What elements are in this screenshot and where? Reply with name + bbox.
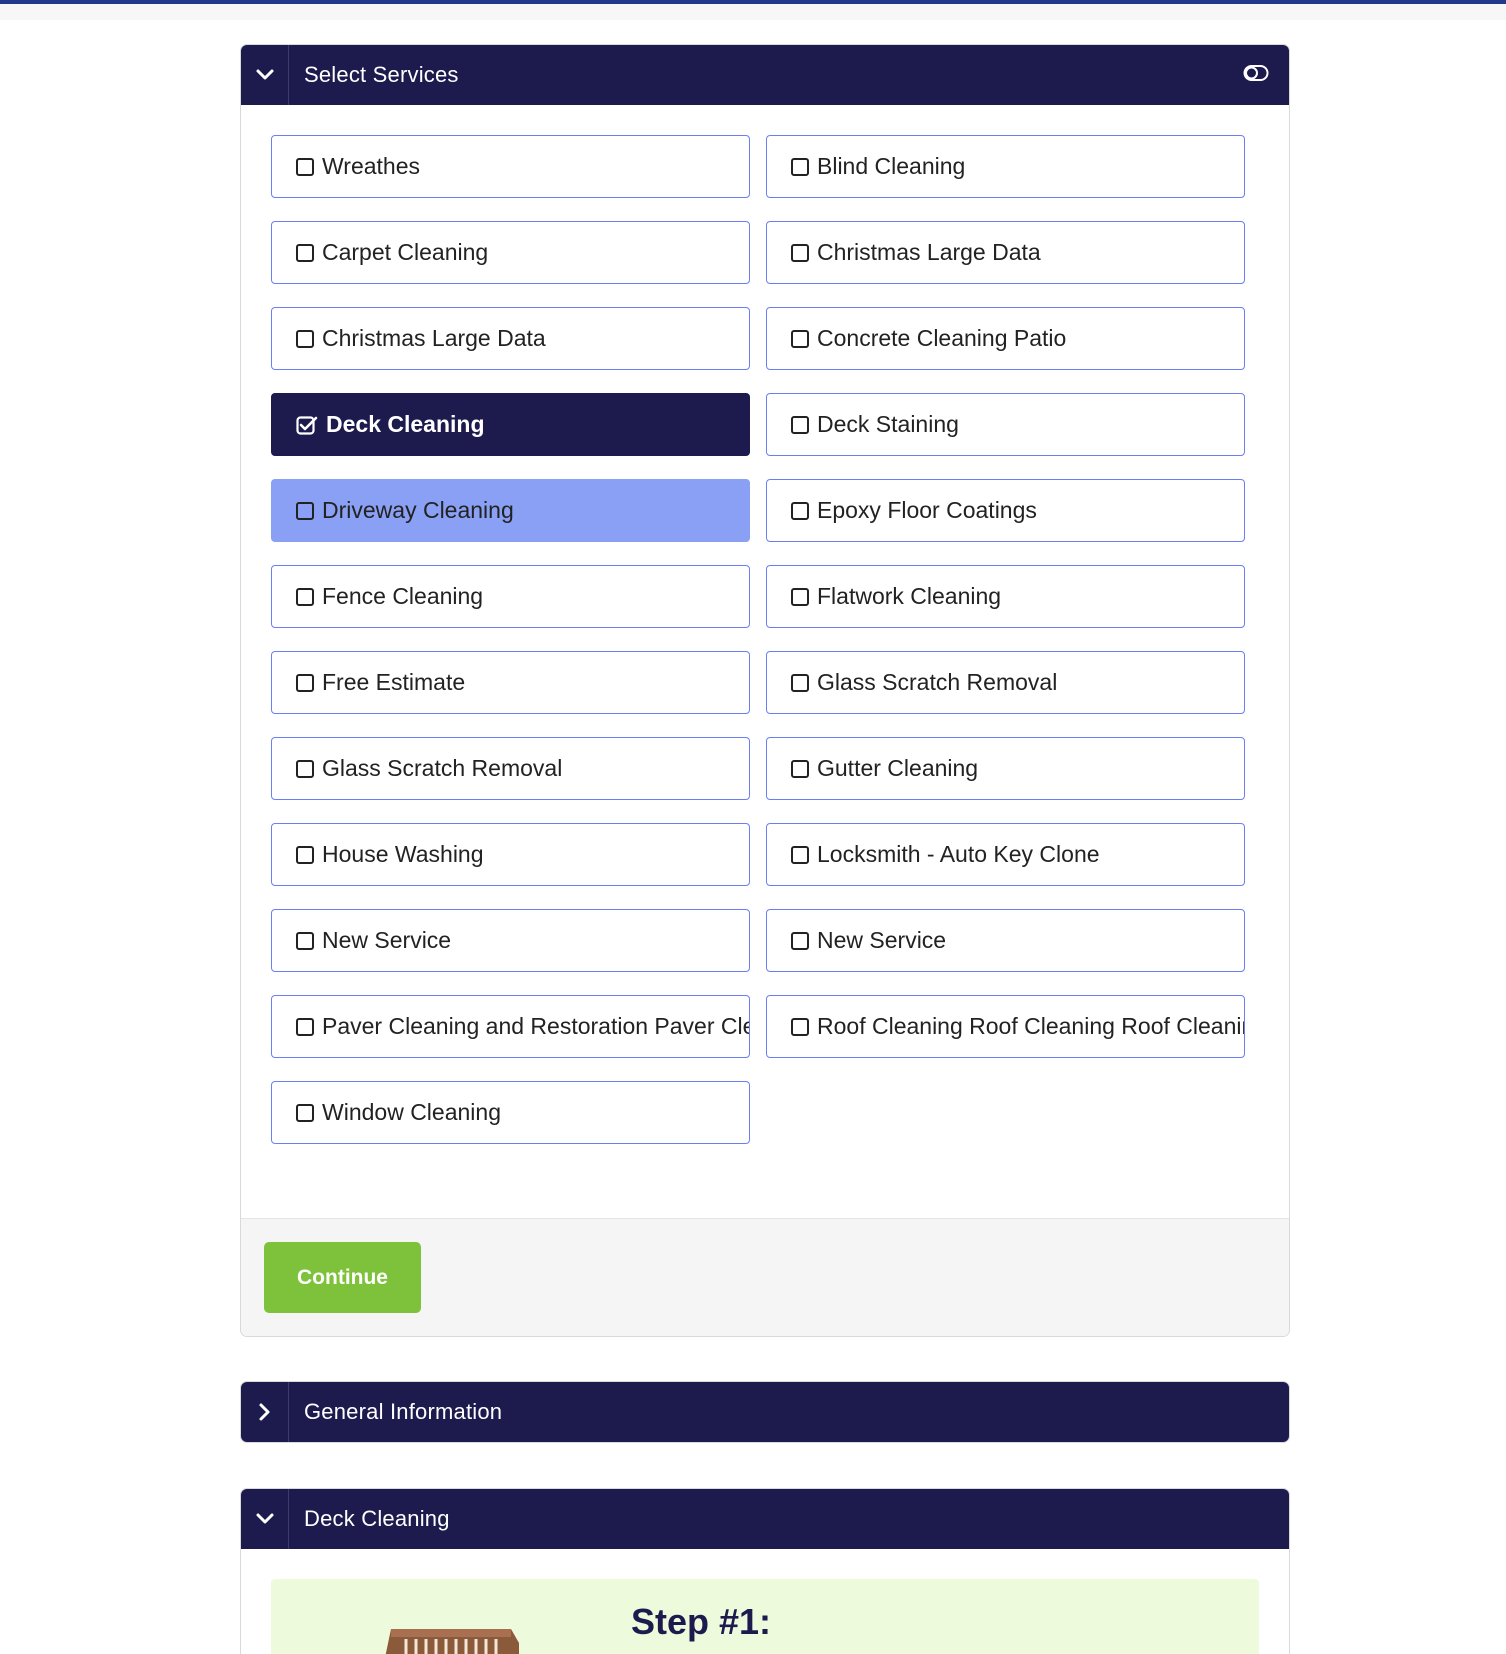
service-option-label: Locksmith - Auto Key Clone xyxy=(817,841,1100,867)
service-option[interactable]: Flatwork Cleaning xyxy=(766,565,1245,628)
service-option[interactable]: Carpet Cleaning xyxy=(271,221,750,284)
checkbox-empty-icon xyxy=(296,157,314,176)
checkbox-empty-icon xyxy=(296,587,314,606)
step-title: Step #1: xyxy=(631,1601,772,1642)
checkbox-checked-icon xyxy=(296,415,318,435)
checkbox-empty-icon xyxy=(296,329,314,348)
select-services-header: Select Services xyxy=(241,45,1289,105)
service-option-label: Blind Cleaning xyxy=(817,153,966,179)
checkbox-empty-icon xyxy=(791,415,809,434)
service-option-label: House Washing xyxy=(322,841,484,867)
service-option[interactable]: Glass Scratch Removal xyxy=(271,737,750,800)
checkbox-empty-icon xyxy=(296,931,314,950)
services-grid: Wreathes Blind Cleaning Carpet Cleaning Chr… xyxy=(271,135,1259,1144)
service-option[interactable]: Blind Cleaning xyxy=(766,135,1245,198)
checkbox-empty-icon xyxy=(296,243,314,262)
service-option-label: Epoxy Floor Coatings xyxy=(817,497,1037,523)
chevron-down-icon xyxy=(256,1513,273,1524)
checkbox-empty-icon xyxy=(791,1017,809,1036)
service-option-label: Wreathes xyxy=(322,153,421,179)
service-option[interactable]: Fence Cleaning xyxy=(271,565,750,628)
service-option-label: Flatwork Cleaning xyxy=(817,583,1002,609)
service-option[interactable]: Locksmith - Auto Key Clone xyxy=(766,823,1245,886)
service-option-label: Christmas Large Data xyxy=(322,325,546,351)
checkbox-empty-icon xyxy=(791,329,809,348)
service-option[interactable]: New Service xyxy=(766,909,1245,972)
service-option-label: Paver Cleaning and Restoration Paver Cle… xyxy=(322,1013,749,1039)
top-strip xyxy=(0,4,1506,20)
checkbox-empty-icon xyxy=(791,931,809,950)
service-option[interactable]: Christmas Large Data xyxy=(766,221,1245,284)
continue-button[interactable]: Continue xyxy=(264,1242,421,1313)
checkbox-empty-icon xyxy=(791,243,809,262)
step-area: Step #1: xyxy=(271,1579,1259,1654)
general-information-header[interactable]: General Information xyxy=(241,1382,1289,1442)
deck-cleaning-collapse-toggle[interactable] xyxy=(241,1489,289,1549)
general-information-title: General Information xyxy=(304,1399,503,1424)
service-option[interactable]: New Service xyxy=(271,909,750,972)
service-option-label: Glass Scratch Removal xyxy=(817,669,1058,695)
service-option[interactable]: Epoxy Floor Coatings xyxy=(766,479,1245,542)
checkbox-empty-icon xyxy=(296,845,314,864)
checkbox-empty-icon xyxy=(791,157,809,176)
deck-cleaning-title: Deck Cleaning xyxy=(304,1506,450,1531)
service-option-label: Deck Cleaning xyxy=(326,411,485,437)
general-information-panel: General Information xyxy=(240,1381,1290,1443)
checkbox-empty-icon xyxy=(296,759,314,778)
select-services-title: Select Services xyxy=(304,62,459,87)
checkbox-empty-icon xyxy=(791,845,809,864)
service-option[interactable]: Window Cleaning xyxy=(271,1081,750,1144)
service-option[interactable]: Gutter Cleaning xyxy=(766,737,1245,800)
service-option[interactable]: Roof Cleaning Roof Cleaning Roof Cleanin… xyxy=(766,995,1245,1058)
deck-illustration-icon xyxy=(385,1629,519,1654)
service-option[interactable]: Paver Cleaning and Restoration Paver Cle… xyxy=(271,995,750,1058)
toggle-icon[interactable] xyxy=(1243,64,1269,82)
service-option-label: Glass Scratch Removal xyxy=(322,755,563,781)
service-option-label: Gutter Cleaning xyxy=(817,755,979,781)
service-option-label: Carpet Cleaning xyxy=(322,239,489,265)
checkbox-empty-icon xyxy=(791,759,809,778)
service-option[interactable]: Deck Staining xyxy=(766,393,1245,456)
service-option[interactable]: Driveway Cleaning xyxy=(271,479,750,542)
checkbox-empty-icon xyxy=(296,673,314,692)
checkbox-empty-icon xyxy=(296,1103,314,1122)
services-list-area: Wreathes Blind Cleaning Carpet Cleaning Chr… xyxy=(241,105,1289,1218)
service-option[interactable]: Christmas Large Data xyxy=(271,307,750,370)
service-option-label: Roof Cleaning Roof Cleaning Roof Cleanin… xyxy=(817,1013,1245,1039)
service-option-label: Fence Cleaning xyxy=(322,583,484,609)
deck-cleaning-header: Deck Cleaning xyxy=(241,1489,1289,1549)
service-option[interactable]: Deck Cleaning xyxy=(271,393,750,456)
service-option-label: Deck Staining xyxy=(817,411,959,437)
select-services-panel: Select Services Wreathes Blind Cleaning Ca… xyxy=(240,44,1290,1337)
service-option[interactable]: Concrete Cleaning Patio xyxy=(766,307,1245,370)
deck-cleaning-panel: Deck Cleaning Step #1: xyxy=(240,1488,1290,1654)
service-option-label: Christmas Large Data xyxy=(817,239,1041,265)
select-services-footer: Continue xyxy=(241,1218,1289,1336)
service-option-label: New Service xyxy=(322,927,452,953)
checkbox-empty-icon xyxy=(791,501,809,520)
service-option[interactable]: Wreathes xyxy=(271,135,750,198)
service-option-label: Driveway Cleaning xyxy=(322,497,514,523)
checkbox-empty-icon xyxy=(791,673,809,692)
general-information-expand-toggle[interactable] xyxy=(241,1382,289,1442)
service-option[interactable]: Glass Scratch Removal xyxy=(766,651,1245,714)
service-option-label: Concrete Cleaning Patio xyxy=(817,325,1067,351)
checkbox-empty-icon xyxy=(296,501,314,520)
checkbox-empty-icon xyxy=(296,1017,314,1036)
checkbox-empty-icon xyxy=(791,587,809,606)
service-option[interactable]: House Washing xyxy=(271,823,750,886)
chevron-down-icon xyxy=(256,69,273,80)
select-services-collapse-toggle[interactable] xyxy=(241,45,289,105)
service-option-label: New Service xyxy=(817,927,947,953)
service-option-label: Window Cleaning xyxy=(322,1099,501,1125)
service-option[interactable]: Free Estimate xyxy=(271,651,750,714)
service-option-label: Free Estimate xyxy=(322,669,466,695)
chevron-right-icon xyxy=(259,1403,269,1421)
